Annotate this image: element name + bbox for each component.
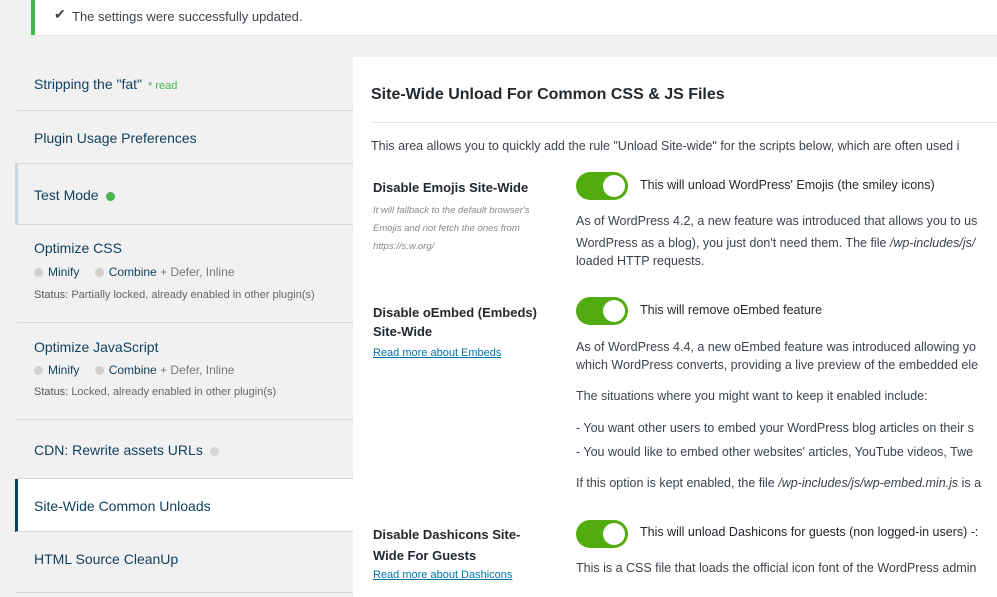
oembed-label-1: Disable oEmbed (Embeds) (373, 305, 537, 320)
sidebar-item-site-wide-unloads[interactable]: Site-Wide Common Unloads (15, 479, 353, 532)
sidebar-item-html-cleanup[interactable]: HTML Source CleanUp (15, 532, 353, 593)
combine-status-icon (94, 366, 104, 375)
sidebar-item-stripping[interactable]: Stripping the "fat" * read (15, 57, 353, 111)
page-title: Site-Wide Unload For Common CSS & JS Fil… (371, 86, 725, 103)
sidebar-item-plugin-usage[interactable]: Plugin Usage Preferences (15, 111, 353, 164)
oembed-desc-5: - You would like to embed other websites… (576, 445, 974, 459)
emojis-sub-3: https://s.w.org/ (373, 241, 435, 252)
dashicons-desc-1: This is a CSS file that loads the offici… (576, 561, 977, 575)
oembed-label-2: Site-Wide (373, 324, 433, 339)
toggle-knob (603, 523, 625, 545)
file-path: /wp-includes/js/ (889, 236, 976, 250)
intro-text: This area allows you to quickly add the … (371, 139, 960, 153)
status-dot-icon (105, 191, 115, 201)
dashicons-toggle[interactable] (576, 520, 628, 548)
combine-label: Combine (108, 363, 157, 377)
minify-label: Minify (48, 265, 80, 279)
sidebar-item-label: CDN: Rewrite assets URLs (34, 442, 203, 458)
optimize-js-options: Minify Combine + Defer, Inline (34, 363, 234, 377)
status-label: Status: (34, 386, 69, 398)
status-dot-icon (209, 446, 219, 456)
divider (371, 122, 997, 123)
read-more-dashicons-link[interactable]: Read more about Dashicons (373, 569, 512, 581)
sidebar-item-test-mode[interactable]: Test Mode (15, 164, 353, 225)
minify-status-icon (34, 366, 43, 375)
desc-text: WordPress as a blog), you just don't nee… (576, 236, 890, 250)
oembed-toggle[interactable] (576, 297, 628, 325)
sidebar-item-label: Test Mode (34, 187, 99, 203)
file-path: /wp-includes/js/wp-embed.min.js (778, 476, 959, 490)
optimize-js-status: Status: Locked, already enabled in other… (34, 386, 276, 398)
minify-status-icon (34, 268, 43, 277)
sidebar-item-label: Optimize CSS (34, 240, 122, 256)
emojis-toggle-label: This will unload WordPress' Emojis (the … (640, 178, 935, 192)
status-label: Status: (34, 289, 69, 301)
emojis-desc-3: loaded HTTP requests. (576, 254, 705, 268)
desc-text: is a (958, 476, 982, 490)
emojis-sub-2: Emojis and not fetch the ones from (373, 223, 520, 234)
emojis-toggle[interactable] (576, 172, 628, 200)
sidebar-item-label: HTML Source CleanUp (34, 551, 179, 567)
sidebar-item-label: Stripping the "fat" (34, 76, 143, 92)
status-text: Locked, already enabled in other plugin(… (71, 386, 277, 398)
success-notice: ✔ The settings were successfully updated… (31, 0, 997, 35)
dashicons-label-2: Wide For Guests (373, 548, 477, 563)
oembed-desc-2: which WordPress converts, providing a li… (576, 358, 979, 372)
status-text: Partially locked, already enabled in oth… (71, 289, 315, 301)
sidebar-item-optimize-css[interactable]: Optimize CSS Minify Combine + Defer, Inl… (15, 225, 353, 323)
minify-label: Minify (48, 363, 80, 377)
extra-options: + Defer, Inline (160, 363, 235, 377)
dashicons-label-1: Disable Dashicons Site- (373, 527, 521, 542)
oembed-desc-4: - You want other users to embed your Wor… (576, 421, 974, 435)
dashicons-toggle-label: This will unload Dashicons for guests (n… (640, 525, 979, 539)
optimize-css-options: Minify Combine + Defer, Inline (34, 265, 234, 279)
read-badge: * read (148, 80, 178, 92)
sidebar-item-label: Site-Wide Common Unloads (34, 498, 211, 514)
emojis-label: Disable Emojis Site-Wide (373, 180, 529, 195)
oembed-desc-6: If this option is kept enabled, the file… (576, 472, 981, 494)
optimize-css-status: Status: Partially locked, already enable… (34, 289, 315, 301)
oembed-toggle-label: This will remove oEmbed feature (640, 303, 823, 317)
sidebar-item-cdn[interactable]: CDN: Rewrite assets URLs (15, 420, 353, 479)
emojis-sub-1: It will fallback to the default browser'… (373, 205, 530, 216)
settings-sidebar: Stripping the "fat" * read Plugin Usage P… (15, 57, 353, 593)
read-more-embeds-link[interactable]: Read more about Embeds (373, 347, 501, 359)
sidebar-item-label: Plugin Usage Preferences (34, 130, 197, 146)
extra-options: + Defer, Inline (160, 265, 235, 279)
combine-status-icon (94, 268, 104, 277)
checkmark-icon: ✔ (54, 6, 66, 22)
desc-text: If this option is kept enabled, the file (576, 476, 779, 490)
oembed-desc-3: The situations where you might want to k… (576, 389, 928, 403)
toggle-knob (603, 300, 625, 322)
combine-label: Combine (108, 265, 157, 279)
sidebar-item-optimize-js[interactable]: Optimize JavaScript Minify Combine + Def… (15, 323, 353, 420)
notice-message: The settings were successfully updated. (72, 9, 303, 24)
sidebar-item-label: Optimize JavaScript (34, 339, 159, 355)
toggle-knob (603, 175, 625, 197)
main-panel: Site-Wide Unload For Common CSS & JS Fil… (353, 57, 997, 597)
emojis-desc-1: As of WordPress 4.2, a new feature was i… (576, 214, 978, 228)
